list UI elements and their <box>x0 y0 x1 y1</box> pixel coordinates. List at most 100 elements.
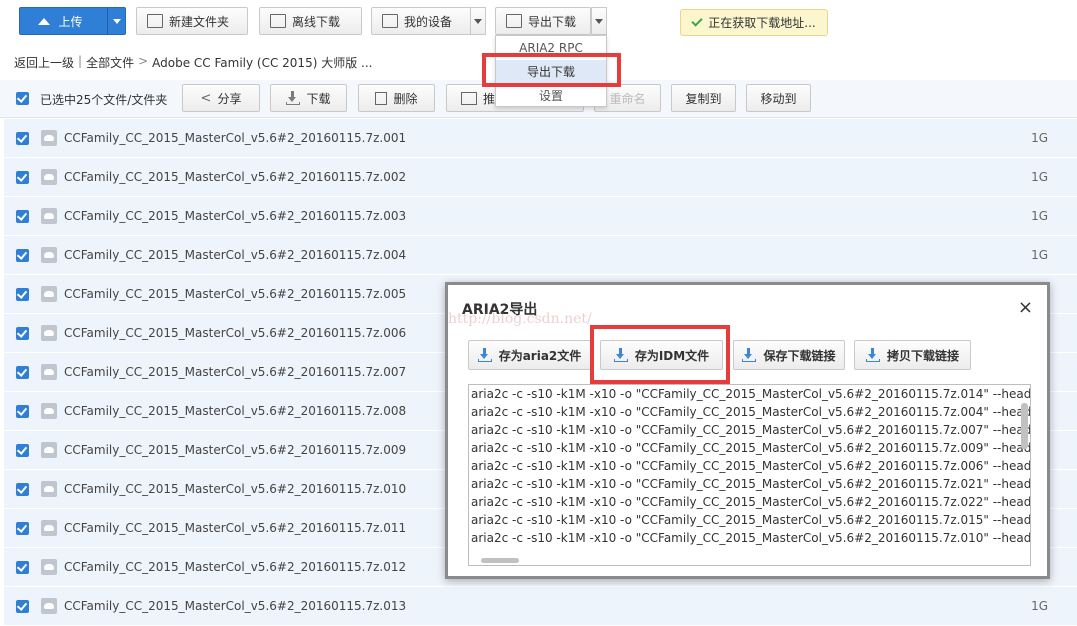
my-devices-label: 我的设备 <box>404 14 453 29</box>
new-folder-label: 新建文件夹 <box>169 14 230 29</box>
row-checkbox[interactable] <box>16 483 29 496</box>
save-download-links-label: 保存下载链接 <box>763 348 836 363</box>
cloud-file-icon <box>41 208 57 224</box>
monitor-icon <box>461 91 477 105</box>
command-line: aria2c -c -s10 -k1M -x10 -o "CCFamily_CC… <box>471 495 1031 509</box>
highlight-box <box>590 325 730 384</box>
delete-label: 删除 <box>393 91 418 106</box>
command-line: aria2c -c -s10 -k1M -x10 -o "CCFamily_CC… <box>471 423 1030 437</box>
chevron-down-icon <box>595 18 603 24</box>
file-size: 1G <box>1031 248 1048 262</box>
upload-dropdown-toggle[interactable] <box>107 8 125 34</box>
my-devices-button[interactable]: 我的设备 <box>371 7 471 35</box>
chevron-down-icon <box>112 18 121 24</box>
file-name[interactable]: CCFamily_CC_2015_MasterCol_v5.6#2_201601… <box>64 170 406 184</box>
toast-text: 正在获取下载地址... <box>708 16 816 30</box>
row-checkbox[interactable] <box>16 561 29 574</box>
cloud-file-icon <box>41 169 57 185</box>
row-checkbox[interactable] <box>16 327 29 340</box>
share-label: 分享 <box>217 91 242 106</box>
file-name[interactable]: CCFamily_CC_2015_MasterCol_v5.6#2_201601… <box>64 287 406 301</box>
file-name[interactable]: CCFamily_CC_2015_MasterCol_v5.6#2_201601… <box>64 365 406 379</box>
select-all-checkbox[interactable] <box>16 92 29 105</box>
row-checkbox[interactable] <box>16 405 29 418</box>
watermark: http://blog.csdn.net/ <box>448 311 592 327</box>
breadcrumb-all-files-link[interactable]: 全部文件 <box>86 54 134 71</box>
aria2-command-textarea[interactable]: aria2c -c -s10 -k1M -x10 -o "CCFamily_CC… <box>468 384 1031 566</box>
row-checkbox[interactable] <box>16 171 29 184</box>
my-devices-dropdown-toggle[interactable] <box>470 7 486 35</box>
row-checkbox[interactable] <box>16 366 29 379</box>
file-name[interactable]: CCFamily_CC_2015_MasterCol_v5.6#2_201601… <box>64 560 406 574</box>
push-label: 推 <box>483 91 496 106</box>
row-checkbox[interactable] <box>16 132 29 145</box>
cloud-file-icon <box>41 325 57 341</box>
row-checkbox[interactable] <box>16 444 29 457</box>
command-line: aria2c -c -s10 -k1M -x10 -o "CCFamily_CC… <box>471 387 1031 401</box>
file-name[interactable]: CCFamily_CC_2015_MasterCol_v5.6#2_201601… <box>64 521 406 535</box>
file-row[interactable]: CCFamily_CC_2015_MasterCol_v5.6#2_201601… <box>4 197 1077 236</box>
export-list-icon <box>506 14 522 28</box>
vertical-scrollbar[interactable] <box>1021 403 1028 449</box>
offline-download-label: 离线下载 <box>292 14 341 29</box>
copy-download-links-button[interactable]: 拷贝下载链接 <box>854 340 971 370</box>
breadcrumb-back-link[interactable]: 返回上一级 <box>14 54 74 71</box>
horizontal-scrollbar[interactable] <box>481 558 519 563</box>
aria2-export-dialog: ARIA2导出 × http://blog.csdn.net/ 存为aria2文… <box>445 282 1050 579</box>
save-download-links-button[interactable]: 保存下载链接 <box>733 340 845 370</box>
export-download-dropdown-toggle[interactable] <box>591 7 607 35</box>
file-size: 1G <box>1031 209 1048 223</box>
download-icon <box>865 348 880 362</box>
row-checkbox[interactable] <box>16 249 29 262</box>
row-checkbox[interactable] <box>16 210 29 223</box>
file-row[interactable]: CCFamily_CC_2015_MasterCol_v5.6#2_201601… <box>4 587 1077 626</box>
file-name[interactable]: CCFamily_CC_2015_MasterCol_v5.6#2_201601… <box>64 248 406 262</box>
command-line: aria2c -c -s10 -k1M -x10 -o "CCFamily_CC… <box>471 441 1031 455</box>
close-icon[interactable]: × <box>1018 297 1033 318</box>
breadcrumb-current: Adobe CC Family (CC 2015) 大师版 ... <box>152 56 373 70</box>
share-button[interactable]: < 分享 <box>182 84 260 112</box>
file-row[interactable]: CCFamily_CC_2015_MasterCol_v5.6#2_201601… <box>4 119 1077 158</box>
menu-item-settings[interactable]: 设置 <box>496 84 606 108</box>
move-to-label: 移动到 <box>760 91 797 106</box>
file-name[interactable]: CCFamily_CC_2015_MasterCol_v5.6#2_201601… <box>64 326 406 340</box>
download-button[interactable]: 下载 <box>270 84 347 112</box>
move-to-button[interactable]: 移动到 <box>746 84 811 112</box>
row-checkbox[interactable] <box>16 288 29 301</box>
save-aria2-file-button[interactable]: 存为aria2文件 <box>468 340 591 370</box>
save-aria2-file-label: 存为aria2文件 <box>498 348 582 363</box>
file-name[interactable]: CCFamily_CC_2015_MasterCol_v5.6#2_201601… <box>64 209 406 223</box>
breadcrumb-divider: | <box>78 54 83 68</box>
upload-button[interactable]: 上传 <box>19 7 126 35</box>
delete-button[interactable]: 删除 <box>358 84 435 112</box>
cloud-file-icon <box>41 481 57 497</box>
file-name[interactable]: CCFamily_CC_2015_MasterCol_v5.6#2_201601… <box>64 443 406 457</box>
copy-to-button[interactable]: 复制到 <box>671 84 736 112</box>
file-name[interactable]: CCFamily_CC_2015_MasterCol_v5.6#2_201601… <box>64 482 406 496</box>
file-row[interactable]: CCFamily_CC_2015_MasterCol_v5.6#2_201601… <box>4 236 1077 275</box>
download-icon <box>742 348 757 362</box>
file-name[interactable]: CCFamily_CC_2015_MasterCol_v5.6#2_201601… <box>64 404 406 418</box>
cloud-file-icon <box>41 520 57 536</box>
row-checkbox[interactable] <box>16 522 29 535</box>
new-folder-button[interactable]: 新建文件夹 <box>136 7 248 35</box>
copy-to-label: 复制到 <box>685 91 722 106</box>
command-line: aria2c -c -s10 -k1M -x10 -o "CCFamily_CC… <box>471 513 1031 527</box>
file-row[interactable]: CCFamily_CC_2015_MasterCol_v5.6#2_201601… <box>4 158 1077 197</box>
row-checkbox[interactable] <box>16 600 29 613</box>
cloud-file-icon <box>41 364 57 380</box>
cloud-file-icon <box>41 286 57 302</box>
cloud-file-icon <box>41 559 57 575</box>
cloud-file-icon <box>41 442 57 458</box>
offline-download-button[interactable]: 离线下载 <box>259 7 362 35</box>
export-download-button[interactable]: 导出下载 <box>495 7 591 35</box>
download-box-icon <box>270 14 286 28</box>
breadcrumb: 返回上一级 | 全部文件 > Adobe CC Family (CC 2015)… <box>14 54 372 71</box>
command-line: aria2c -c -s10 -k1M -x10 -o "CCFamily_CC… <box>471 477 1031 491</box>
file-name[interactable]: CCFamily_CC_2015_MasterCol_v5.6#2_201601… <box>64 599 406 613</box>
copy-download-links-label: 拷贝下载链接 <box>886 348 959 363</box>
breadcrumb-chevron: > <box>138 54 149 68</box>
command-line: aria2c -c -s10 -k1M -x10 -o "CCFamily_CC… <box>471 405 1030 419</box>
file-name[interactable]: CCFamily_CC_2015_MasterCol_v5.6#2_201601… <box>64 131 406 145</box>
command-line: aria2c -c -s10 -k1M -x10 -o "CCFamily_CC… <box>471 459 1031 473</box>
